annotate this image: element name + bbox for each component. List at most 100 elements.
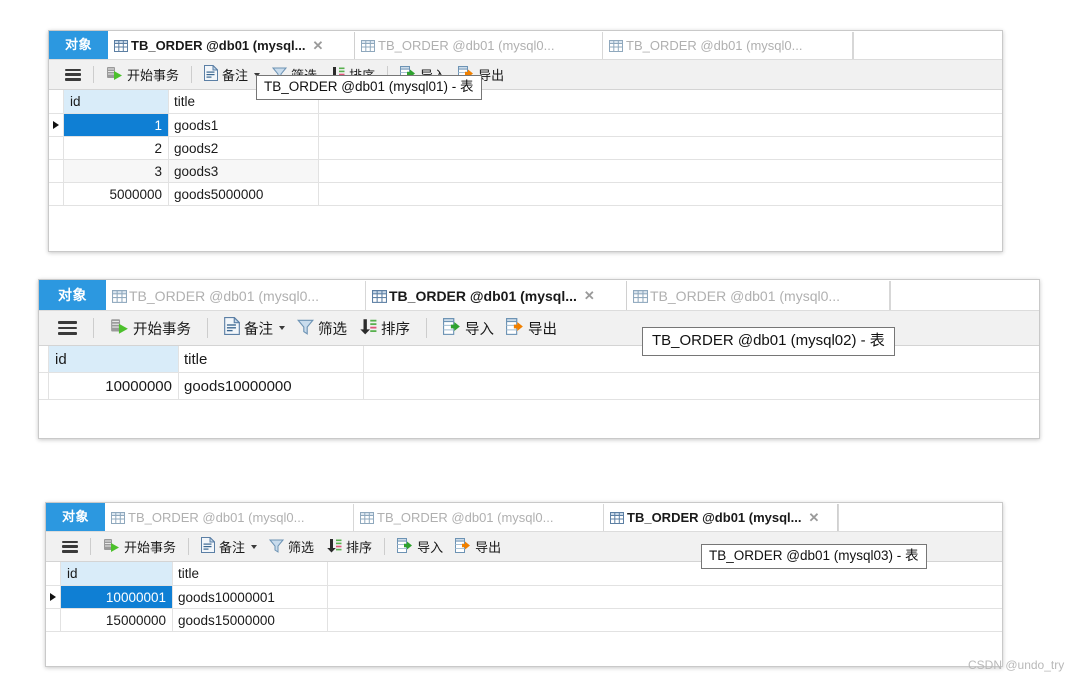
tab-label: TB_ORDER @db01 (mysql0... — [650, 287, 841, 304]
menu-button[interactable] — [52, 311, 83, 345]
menu-button[interactable] — [59, 60, 87, 89]
cell-title[interactable]: goods10000001 — [173, 586, 328, 608]
object-tab[interactable]: 对象 — [39, 280, 106, 310]
export-label: 导出 — [528, 321, 557, 338]
remark-button[interactable]: 备注 — [218, 311, 291, 345]
table-icon — [361, 39, 376, 52]
cell-title[interactable]: goods15000000 — [173, 609, 328, 631]
grid-empty-area — [39, 400, 1039, 412]
column-header-title[interactable]: title — [179, 346, 364, 372]
tab-mysql02[interactable]: TB_ORDER @db01 (mysql0... — [355, 32, 604, 59]
tab-tooltip: TB_ORDER @db01 (mysql03) - 表 — [701, 544, 927, 569]
tab-close-icon[interactable]: ✕ — [313, 39, 324, 52]
tab-label: TB_ORDER @db01 (mysql0... — [128, 510, 305, 525]
import-icon — [397, 537, 413, 556]
transaction-icon — [106, 66, 123, 84]
column-header-id[interactable]: id — [64, 90, 169, 113]
grid-header-row: id title — [49, 90, 1002, 114]
table-row[interactable]: 10000001 goods10000001 — [46, 586, 1002, 609]
cell-title[interactable]: goods1 — [169, 114, 319, 136]
column-header-id[interactable]: id — [49, 346, 179, 372]
table-icon — [609, 39, 624, 52]
sort-icon — [359, 318, 377, 339]
menu-button[interactable] — [56, 532, 84, 561]
sort-label: 排序 — [346, 540, 373, 555]
export-label: 导出 — [478, 68, 505, 83]
cell-id[interactable]: 2 — [64, 137, 169, 159]
row-gutter — [46, 609, 61, 631]
begin-transaction-button[interactable]: 开始事务 — [97, 532, 182, 561]
tab-mysql03[interactable]: TB_ORDER @db01 (mysql... ✕ — [604, 504, 839, 531]
export-button[interactable]: 导出 — [500, 311, 563, 345]
filter-icon — [296, 318, 315, 339]
transaction-icon — [110, 318, 129, 339]
object-tab[interactable]: 对象 — [49, 31, 109, 59]
column-header-id[interactable]: id — [61, 562, 173, 585]
tab-mysql01[interactable]: TB_ORDER @db01 (mysql0... — [105, 504, 355, 531]
tab-close-icon[interactable]: ✕ — [809, 511, 820, 524]
table-row[interactable]: 5000000 goods5000000 — [49, 183, 1002, 206]
sort-icon — [326, 538, 342, 556]
navicat-panel-mysql02: 对象 TB_ORDER @db01 (mysql0... TB_ORDER @d… — [38, 279, 1040, 439]
table-icon — [360, 511, 375, 524]
export-button[interactable]: 导出 — [449, 532, 507, 561]
tab-strip: 对象 TB_ORDER @db01 (mysql... ✕ TB_ORDER @… — [49, 31, 1002, 59]
tab-mysql02[interactable]: TB_ORDER @db01 (mysql0... — [354, 504, 605, 531]
chevron-down-icon[interactable] — [251, 544, 258, 549]
cell-id[interactable]: 10000001 — [61, 586, 173, 608]
hamburger-menu-icon — [58, 321, 77, 335]
cell-id[interactable]: 15000000 — [61, 609, 173, 631]
begin-transaction-button[interactable]: 开始事务 — [100, 60, 185, 89]
filter-button[interactable]: 筛选 — [263, 532, 320, 561]
remark-icon — [204, 64, 219, 84]
tab-close-icon[interactable]: ✕ — [584, 289, 595, 302]
import-button[interactable]: 导入 — [437, 311, 500, 345]
tab-mysql01[interactable]: TB_ORDER @db01 (mysql0... — [106, 281, 366, 310]
table-row[interactable]: 3 goods3 — [49, 160, 1002, 183]
cell-title[interactable]: goods3 — [169, 160, 319, 182]
data-grid: id title 10000000 goods10000000 — [39, 346, 1039, 412]
tab-mysql03[interactable]: TB_ORDER @db01 (mysql0... — [627, 281, 890, 310]
table-row[interactable]: 2 goods2 — [49, 137, 1002, 160]
table-row[interactable]: 1 goods1 — [49, 114, 1002, 137]
toolbar-separator — [188, 538, 190, 555]
cell-id[interactable]: 10000000 — [49, 373, 179, 399]
cell-id[interactable]: 5000000 — [64, 183, 169, 205]
remark-button[interactable]: 备注 — [195, 532, 263, 561]
column-header-title[interactable]: title — [173, 562, 328, 585]
screenshot-root: 对象 TB_ORDER @db01 (mysql... ✕ TB_ORDER @… — [0, 0, 1086, 684]
hamburger-menu-icon — [65, 68, 81, 81]
cell-title[interactable]: goods10000000 — [179, 373, 364, 399]
table-row[interactable]: 10000000 goods10000000 — [39, 373, 1039, 400]
tab-strip-filler — [853, 32, 1002, 59]
tab-mysql03[interactable]: TB_ORDER @db01 (mysql0... — [603, 32, 854, 59]
transaction-icon — [103, 538, 120, 556]
remark-icon — [201, 536, 216, 556]
tab-mysql02[interactable]: TB_ORDER @db01 (mysql... ✕ — [366, 281, 627, 310]
begin-transaction-button[interactable]: 开始事务 — [104, 311, 197, 345]
tab-label: TB_ORDER @db01 (mysql... — [389, 287, 577, 304]
row-gutter — [49, 137, 64, 159]
navicat-panel-mysql01: 对象 TB_ORDER @db01 (mysql... ✕ TB_ORDER @… — [48, 30, 1003, 252]
cell-title[interactable]: goods2 — [169, 137, 319, 159]
filter-button[interactable]: 筛选 — [291, 311, 353, 345]
toolbar-separator — [207, 318, 208, 338]
cell-id[interactable]: 1 — [64, 114, 169, 136]
export-icon — [506, 317, 524, 339]
grid-empty-area — [49, 206, 1002, 234]
data-grid: id title 1 goods1 2 goods2 3 goods3 5000 — [49, 90, 1002, 234]
object-tab[interactable]: 对象 — [46, 503, 106, 531]
grid-empty-area — [46, 632, 1002, 662]
import-button[interactable]: 导入 — [391, 532, 449, 561]
table-icon — [372, 289, 387, 303]
cell-id[interactable]: 3 — [64, 160, 169, 182]
table-row[interactable]: 15000000 goods15000000 — [46, 609, 1002, 632]
sort-button[interactable]: 排序 — [320, 532, 378, 561]
toolbar-separator — [384, 538, 386, 555]
table-icon — [112, 289, 127, 303]
sort-button[interactable]: 排序 — [353, 311, 416, 345]
import-icon — [443, 317, 461, 339]
chevron-down-icon[interactable] — [279, 326, 285, 330]
cell-title[interactable]: goods5000000 — [169, 183, 319, 205]
tab-mysql01[interactable]: TB_ORDER @db01 (mysql... ✕ — [108, 32, 356, 59]
